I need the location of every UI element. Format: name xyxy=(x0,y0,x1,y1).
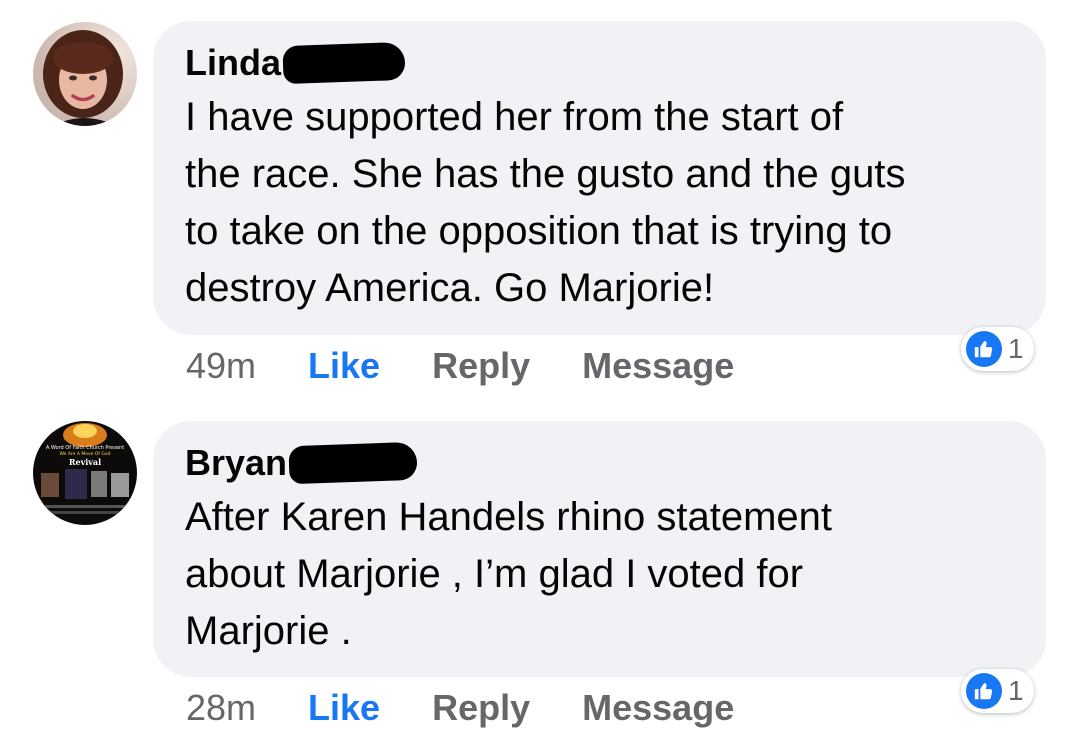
reply-button[interactable]: Reply xyxy=(432,345,530,387)
comment-text: I have supported her from the start of t… xyxy=(185,95,906,310)
revival-flyer-icon: A Word Of Faith Church Present We Are A … xyxy=(33,421,137,525)
like-icon xyxy=(966,331,1002,367)
reaction-count: 1 xyxy=(1008,675,1024,706)
comment-bubble: Linda I have supported her from the star… xyxy=(153,21,1046,335)
redaction-mark xyxy=(282,41,406,85)
like-icon xyxy=(966,673,1002,709)
like-button[interactable]: Like xyxy=(308,345,380,387)
redaction-mark xyxy=(288,441,418,485)
message-button[interactable]: Message xyxy=(582,687,734,729)
comment-text: After Karen Handels rhino statement abou… xyxy=(185,495,833,653)
profile-photo-icon xyxy=(33,22,137,126)
reply-button[interactable]: Reply xyxy=(432,687,530,729)
comment-timestamp[interactable]: 28m xyxy=(186,687,256,729)
comment-author[interactable]: Linda xyxy=(185,39,281,87)
reaction-count-badge[interactable]: 1 xyxy=(961,669,1034,713)
comment-author[interactable]: Bryan xyxy=(185,439,287,487)
reaction-count: 1 xyxy=(1008,333,1024,364)
avatar[interactable] xyxy=(33,22,137,126)
reaction-count-badge[interactable]: 1 xyxy=(961,327,1034,371)
comment-bubble: Bryan After Karen Handels rhino statemen… xyxy=(153,421,1046,677)
comment-actions: 49m Like Reply Message xyxy=(186,341,786,391)
svg-text:Revival: Revival xyxy=(69,457,101,467)
comment-actions: 28m Like Reply Message xyxy=(186,683,786,733)
svg-text:A Word Of Faith Church Present: A Word Of Faith Church Present xyxy=(46,445,124,451)
like-button[interactable]: Like xyxy=(308,687,380,729)
avatar[interactable]: A Word Of Faith Church Present We Are A … xyxy=(33,421,137,525)
message-button[interactable]: Message xyxy=(582,345,734,387)
comment-timestamp[interactable]: 49m xyxy=(186,345,256,387)
